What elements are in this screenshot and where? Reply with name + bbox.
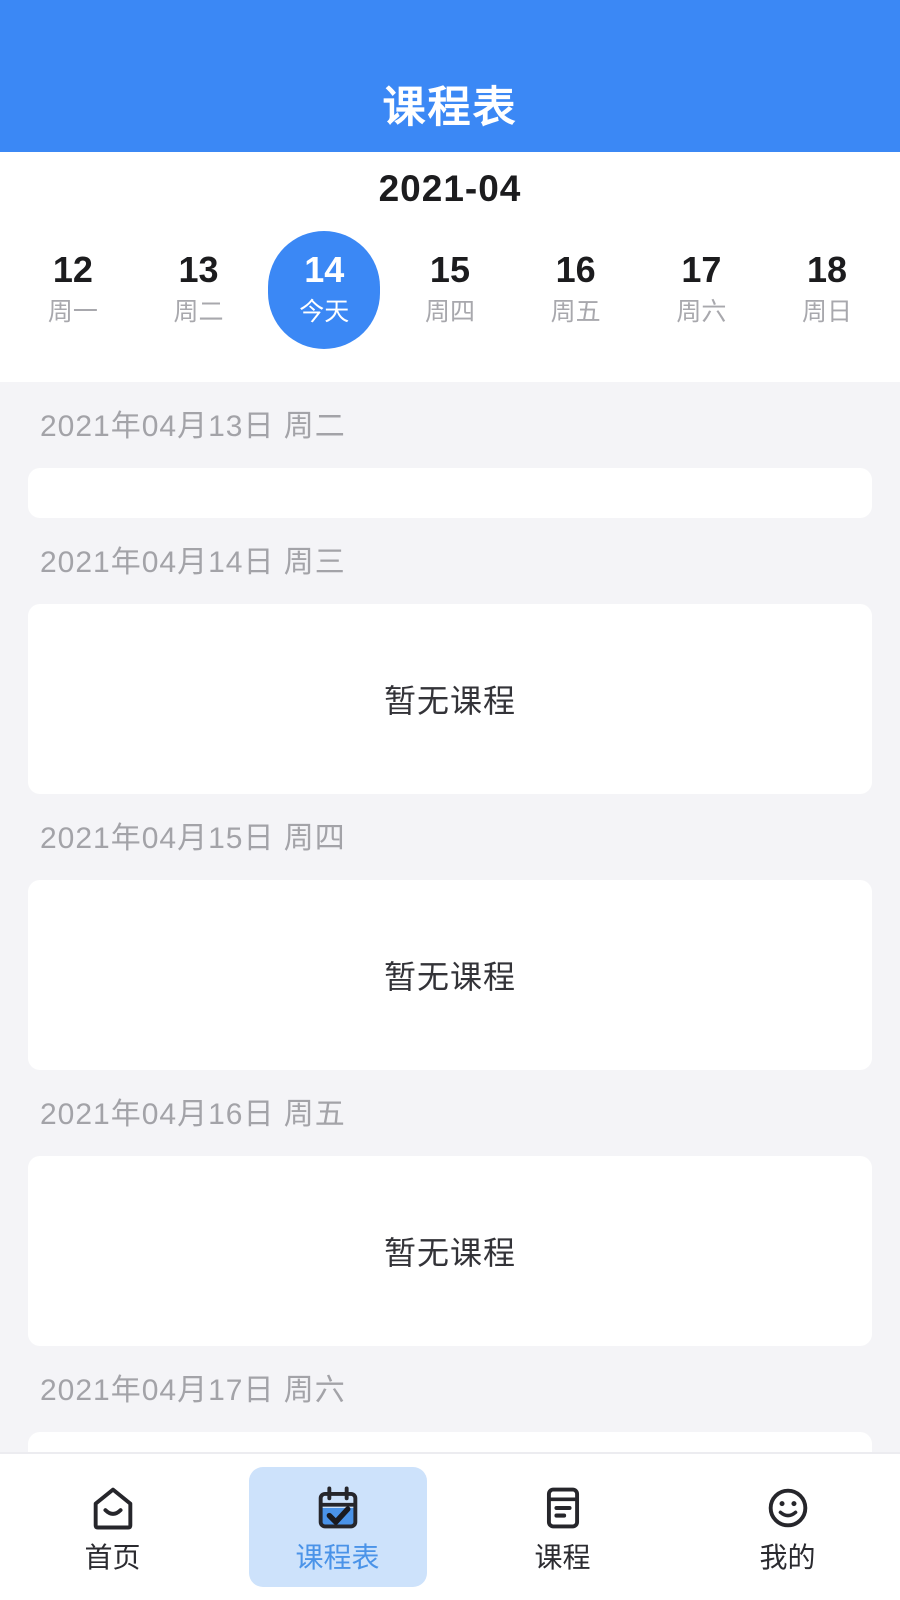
month-label: 2021-04 (378, 168, 522, 209)
day-number: 16 (555, 248, 596, 290)
course-card[interactable]: 暂无课程 (28, 1156, 872, 1346)
tab-label: 课程表 (295, 1542, 380, 1573)
day-weekday-label: 周四 (424, 298, 475, 327)
week-days-row: 12 周一 13 周二 14 今天 15 周四 16 周五 17 周六 18 周… (0, 231, 900, 349)
group-date-label: 2021年04月14日 周三 (40, 546, 346, 579)
tab-label: 课程 (534, 1542, 591, 1573)
group-date-label: 2021年04月13日 周二 (40, 410, 346, 443)
day-weekday-label: 周二 (173, 298, 224, 327)
app-header: 课程表 (0, 0, 900, 152)
empty-course-text: 暂无课程 (383, 959, 516, 995)
day-cell-16[interactable]: 16 周五 (520, 231, 632, 349)
day-weekday-label: 周六 (676, 298, 727, 327)
home-icon (87, 1482, 139, 1534)
day-number: 13 (178, 248, 219, 290)
calendar-check-icon (312, 1482, 364, 1534)
book-icon (537, 1482, 589, 1534)
schedule-list[interactable]: 2021年04月13日 周二 2021年04月14日 周三 暂无课程 2021年… (0, 382, 900, 1452)
day-weekday-label: 今天 (299, 298, 350, 327)
group-date-label: 2021年04月15日 周四 (40, 822, 346, 855)
day-weekday-label: 周一 (47, 298, 98, 327)
day-number: 14 (304, 248, 345, 290)
empty-course-text: 暂无课程 (383, 1235, 516, 1271)
group-date-label: 2021年04月16日 周五 (40, 1098, 346, 1131)
day-number: 17 (681, 248, 722, 290)
app-screen: 课程表 2021-04 12 周一 13 周二 14 今天 15 周四 16 周… (0, 0, 900, 1600)
bottom-tab-bar: 首页 课程表 课程 我的 (0, 1452, 900, 1600)
tab-label: 我的 (759, 1542, 816, 1573)
day-group: 2021年04月14日 周三 暂无课程 (0, 518, 900, 794)
tab-label: 首页 (84, 1542, 141, 1573)
empty-course-text: 暂无课程 (383, 683, 516, 719)
tab-courses[interactable]: 课程 (474, 1467, 652, 1587)
day-group: 2021年04月17日 周六 暂无课程 (0, 1346, 900, 1452)
group-date-label: 2021年04月17日 周六 (40, 1374, 346, 1407)
tab-profile[interactable]: 我的 (699, 1467, 877, 1587)
smiley-face-icon (762, 1482, 814, 1534)
tab-schedule[interactable]: 课程表 (248, 1467, 427, 1587)
tab-home[interactable]: 首页 (24, 1467, 202, 1587)
course-card[interactable]: 暂无课程 (28, 1432, 872, 1452)
day-cell-13[interactable]: 13 周二 (143, 231, 255, 349)
day-group: 2021年04月16日 周五 暂无课程 (0, 1070, 900, 1346)
day-group: 2021年04月15日 周四 暂无课程 (0, 794, 900, 1070)
day-number: 12 (52, 248, 93, 290)
day-weekday-label: 周日 (802, 298, 853, 327)
day-cell-17[interactable]: 17 周六 (645, 231, 757, 349)
course-card[interactable]: 暂无课程 (28, 604, 872, 794)
week-selector: 2021-04 12 周一 13 周二 14 今天 15 周四 16 周五 17… (0, 152, 900, 382)
page-title: 课程表 (382, 84, 518, 132)
course-card[interactable]: 暂无课程 (28, 880, 872, 1070)
day-number: 18 (807, 248, 848, 290)
day-number: 15 (429, 248, 470, 290)
day-cell-18[interactable]: 18 周日 (771, 231, 883, 349)
day-weekday-label: 周五 (550, 298, 601, 327)
day-cell-14-today-selected[interactable]: 14 今天 (268, 231, 381, 349)
course-card[interactable] (28, 468, 872, 518)
day-cell-15[interactable]: 15 周四 (394, 231, 506, 349)
day-group: 2021年04月13日 周二 (0, 382, 900, 518)
day-cell-12[interactable]: 12 周一 (17, 231, 129, 349)
